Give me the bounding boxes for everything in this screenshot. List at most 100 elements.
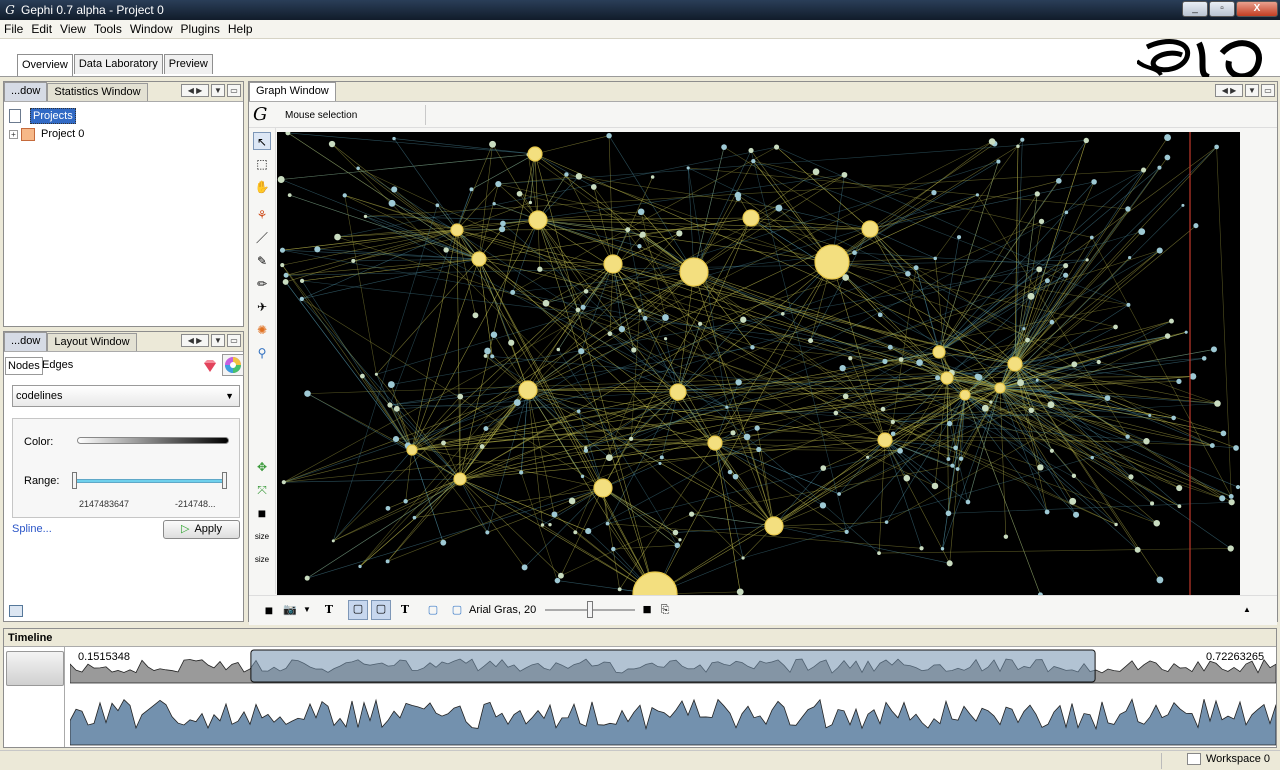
graph-node[interactable] — [583, 289, 589, 294]
graph-node[interactable] — [578, 348, 585, 355]
graph-node[interactable] — [940, 547, 945, 551]
graph-node[interactable] — [1156, 576, 1164, 584]
graph-node[interactable] — [861, 220, 879, 238]
graph-node[interactable] — [500, 220, 506, 227]
graph-node[interactable] — [314, 246, 321, 253]
graph-node[interactable] — [1143, 438, 1150, 445]
graph-node[interactable] — [568, 497, 576, 505]
graph-node[interactable] — [676, 230, 683, 237]
timeline-selection-window[interactable] — [250, 649, 1096, 683]
tab-projects-window[interactable]: ...dow — [4, 82, 48, 101]
tab-statistics-window[interactable]: Statistics Window — [47, 83, 148, 101]
graph-node[interactable] — [833, 410, 839, 416]
graph-node[interactable] — [1073, 511, 1080, 518]
graph-node[interactable] — [1228, 494, 1234, 499]
graph-node[interactable] — [933, 256, 938, 261]
ruby-icon[interactable] — [202, 359, 218, 373]
subtab-edges[interactable]: Edges — [40, 357, 75, 375]
graph-node[interactable] — [483, 426, 489, 432]
graph-node[interactable] — [884, 520, 889, 524]
graph-node[interactable] — [1022, 327, 1026, 331]
graph-node[interactable] — [519, 470, 524, 475]
close-button[interactable]: X — [1236, 1, 1278, 17]
size-mode-icon[interactable]: ▢ — [425, 602, 441, 618]
graph-node[interactable] — [1148, 413, 1152, 417]
graph-node[interactable] — [953, 445, 958, 451]
pointer-icon[interactable]: ↖ — [253, 132, 271, 150]
graph-node[interactable] — [931, 189, 937, 196]
graph-node[interactable] — [385, 559, 390, 564]
graph-node[interactable] — [1089, 235, 1094, 240]
graph-node[interactable] — [1063, 263, 1069, 269]
graph-node[interactable] — [988, 138, 996, 145]
graph-node[interactable] — [919, 546, 924, 551]
graph-node[interactable] — [775, 204, 783, 212]
graph-node[interactable] — [890, 431, 896, 437]
graph-node[interactable] — [625, 227, 631, 233]
tab-graph-window[interactable]: Graph Window — [249, 82, 336, 101]
graph-node[interactable] — [403, 499, 408, 504]
graph-node[interactable] — [387, 381, 395, 389]
graph-node[interactable] — [1055, 178, 1062, 184]
graph-node[interactable] — [388, 199, 396, 207]
screenshot-camera-icon[interactable]: 📷 — [282, 602, 298, 618]
paint-bucket-icon[interactable]: ⚘ — [253, 206, 271, 224]
graph-node[interactable] — [281, 480, 286, 485]
graph-node[interactable] — [887, 344, 893, 350]
graph-node[interactable] — [1210, 346, 1217, 353]
graph-node[interactable] — [287, 193, 292, 198]
tab-scroll-arrows[interactable]: ◀ ▶ — [181, 84, 209, 97]
graph-node[interactable] — [1113, 324, 1118, 330]
graph-node[interactable] — [931, 482, 939, 490]
graph-node[interactable] — [277, 176, 285, 183]
graph-node[interactable] — [958, 456, 964, 461]
graph-node[interactable] — [1096, 359, 1101, 365]
size-icon[interactable]: size — [253, 551, 271, 569]
graph-node[interactable] — [342, 193, 347, 198]
graph-node[interactable] — [686, 166, 690, 170]
graph-node[interactable] — [584, 446, 588, 450]
graph-node[interactable] — [485, 530, 490, 535]
graph-node[interactable] — [618, 325, 626, 333]
graph-node[interactable] — [1233, 445, 1239, 451]
graph-node[interactable] — [844, 529, 849, 534]
graph-node[interactable] — [674, 542, 681, 549]
graph-node[interactable] — [1157, 165, 1162, 170]
font-size-slider-thumb[interactable] — [587, 601, 593, 618]
graph-node[interactable] — [1071, 361, 1078, 368]
graph-node[interactable] — [393, 405, 400, 412]
graph-node[interactable] — [540, 523, 545, 527]
graph-node[interactable] — [1126, 302, 1131, 307]
graph-node[interactable] — [735, 195, 741, 202]
tab-ranking-window[interactable]: ...dow — [4, 332, 48, 351]
graph-node[interactable] — [748, 147, 754, 154]
expand-toolbar-icon[interactable]: ▲ — [1239, 602, 1255, 618]
graph-node[interactable] — [406, 444, 418, 456]
graph-node[interactable] — [996, 159, 1001, 164]
graph-node[interactable] — [483, 353, 488, 358]
graph-node[interactable] — [975, 374, 983, 381]
heat-map-icon[interactable]: ✺ — [253, 321, 271, 339]
graph-node[interactable] — [808, 338, 814, 344]
chevron-down-icon[interactable]: ▼ — [299, 602, 315, 618]
graph-node[interactable] — [1134, 546, 1141, 553]
graph-node[interactable] — [662, 314, 669, 321]
graph-node[interactable] — [950, 463, 955, 468]
range-slider-high-thumb[interactable] — [222, 472, 227, 489]
graph-node[interactable] — [328, 140, 336, 148]
graph-node[interactable] — [1007, 356, 1023, 372]
graph-node[interactable] — [638, 309, 642, 313]
graph-node[interactable] — [1069, 497, 1077, 505]
graph-node[interactable] — [1201, 356, 1207, 361]
graph-node[interactable] — [1049, 319, 1055, 325]
node-labels-toggle-icon[interactable]: ▢ — [348, 600, 368, 620]
graph-node[interactable] — [513, 399, 521, 407]
graph-node[interactable] — [1228, 499, 1235, 506]
graph-node[interactable] — [848, 356, 853, 361]
graph-node[interactable] — [1214, 400, 1221, 407]
range-slider-low-thumb[interactable] — [72, 472, 77, 489]
graph-node[interactable] — [669, 383, 687, 401]
graph-node[interactable] — [741, 556, 745, 560]
graph-node[interactable] — [730, 430, 736, 436]
graph-node[interactable] — [877, 551, 881, 555]
